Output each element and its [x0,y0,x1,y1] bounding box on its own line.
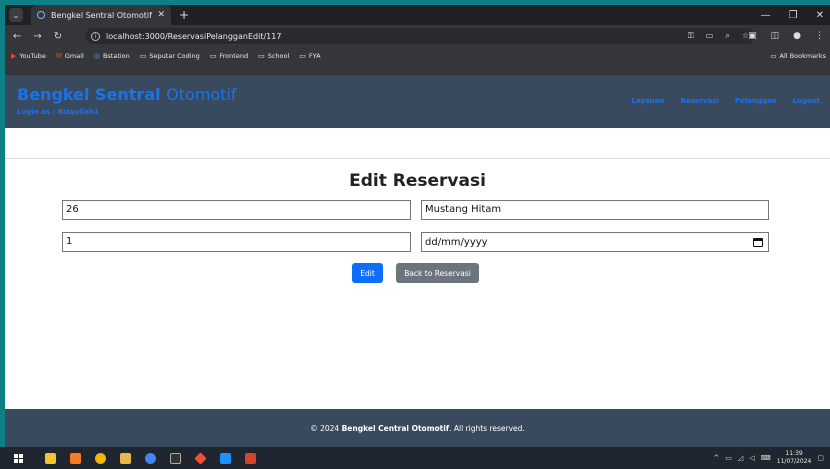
windows-start-icon[interactable] [14,453,23,463]
folder-icon: ▭ [139,52,147,60]
minimize-icon[interactable]: — [761,10,771,21]
bookmark-school[interactable]: ▭ School [258,52,289,60]
youtube-icon: ▶ [11,52,17,60]
folder-icon: ▭ [258,52,265,60]
bookmark-gmail[interactable]: M Gmail [56,52,84,60]
folder-icon: ▭ [209,52,217,60]
nav-link-layanan[interactable]: Layanan [632,97,665,105]
date-input[interactable]: dd/mm/yyyy [421,232,769,252]
nav-links: Layanan Reservasi Pelanggan Logout [632,97,820,105]
file-explorer-icon[interactable] [45,452,56,464]
restore-icon[interactable]: ❐ [789,10,798,21]
site-info-icon[interactable]: i [91,31,100,41]
vscode-icon[interactable] [220,452,231,464]
site-footer: © 2024 Bengkel Central Otomotif. All rig… [5,409,830,447]
folder-icon: ▭ [770,52,777,60]
nav-link-pelanggan[interactable]: Pelanggan [735,97,777,105]
close-window-icon[interactable]: ✕ [816,10,824,21]
password-key-icon[interactable]: ⚿ [688,31,694,41]
site-navbar: Bengkel Sentral Otomotif Login as : Rizq… [5,75,830,128]
window-controls: — ❐ ✕ [761,5,824,25]
id-pelanggan-input[interactable]: 26 [62,200,411,220]
bookmark-seputar-coding[interactable]: ▭ Seputar Coding [140,52,200,60]
favicon-icon [37,11,45,19]
terminal-icon[interactable] [170,452,181,464]
tab-close-icon[interactable]: ✕ [157,10,165,20]
keyboard-icon[interactable]: ⌨ [761,454,771,462]
chrome-icon[interactable] [95,452,106,464]
tab-active[interactable]: Bengkel Sentral Otomotif ✕ [31,5,171,25]
extensions-puzzle-icon[interactable]: ◫ [771,31,780,41]
date-placeholder: dd/mm/yyyy [425,236,488,248]
tab-bar: ⌄ Bengkel Sentral Otomotif ✕ + — ❐ ✕ [5,5,830,25]
back-arrow-icon[interactable]: ← [13,31,21,42]
profile-avatar-icon[interactable]: ● [793,31,801,41]
taskbar-apps [45,451,256,465]
gmail-icon: M [55,52,62,60]
clock[interactable]: 11:39 11/07/2024 [777,450,812,466]
git-icon[interactable] [194,451,207,465]
os-taskbar: ^ ▭ ◿ ◁ ⌨ 11:39 11/07/2024 ▢ [0,447,830,469]
notification-icon[interactable]: ▢ [817,454,824,462]
browser-toolbar: ← → ↻ i localhost:3000/ReservasiPelangga… [5,25,830,47]
all-bookmarks[interactable]: ▭ All Bookmarks [770,47,826,65]
page-title: Edit Reservasi [349,171,486,191]
bookmark-fya[interactable]: ▭ FYA [299,52,320,60]
bstation-icon: ◎ [93,52,100,60]
clock-date: 11/07/2024 [776,458,812,465]
tray-chevron-icon[interactable]: ^ [713,454,719,462]
reload-icon[interactable]: ↻ [54,31,62,42]
bookmark-bstation[interactable]: ◎ Bstation [94,52,130,60]
forward-arrow-icon[interactable]: → [33,31,41,42]
footer-brand: Bengkel Central Otomotif [341,423,450,433]
footer-rights: . All rights reserved. [449,423,525,433]
bookmarks-bar: ▶ YouTube M Gmail ◎ Bstation ▭ Seputar Codin… [5,47,830,65]
system-tray: ^ ▭ ◿ ◁ ⌨ 11:39 11/07/2024 ▢ [713,447,824,469]
browser-chrome: ⌄ Bengkel Sentral Otomotif ✕ + — ❐ ✕ ← →… [5,5,830,75]
zoom-icon[interactable]: ⌕ [725,31,729,41]
sub-header [5,128,830,159]
url-text: localhost:3000/ReservasiPelangganEdit/11… [106,31,282,41]
kendaraan-input[interactable]: Mustang Hitam [421,200,769,220]
wifi-icon[interactable]: ◿ [738,454,743,462]
nav-link-reservasi[interactable]: Reservasi [681,97,719,105]
folder-icon: ▭ [299,52,306,60]
bookmark-frontend[interactable]: ▭ Frontend [210,52,248,60]
clock-time: 11:39 [785,450,803,457]
omnibox-icons: ⚿ ▭ ⌕ ☆ [688,31,755,41]
edit-button[interactable]: Edit [352,263,383,283]
volume-icon[interactable]: ◁ [749,454,754,462]
footer-copyright: © 2024 [310,423,340,433]
nav-link-logout[interactable]: Logout [793,97,820,105]
new-tab-icon[interactable]: + [179,8,189,22]
extension-icon[interactable]: ▣ [748,31,757,41]
battery-icon[interactable]: ▭ [725,454,732,462]
back-to-reservasi-button[interactable]: Back to Reservasi [396,263,479,283]
brand-logo[interactable]: Bengkel Sentral Otomotif [17,85,237,104]
calendar-icon[interactable] [753,237,763,247]
tab-search-icon[interactable]: ⌄ [9,8,23,22]
folder-app-icon[interactable] [120,452,131,464]
chrome-active-icon[interactable] [145,452,156,464]
bookmark-youtube[interactable]: ▶ YouTube [11,52,46,60]
toolbar-right: ▣ ◫ ● ⋮ [748,25,824,47]
xampp-icon[interactable] [70,452,81,464]
address-bar[interactable]: i localhost:3000/ReservasiPelangganEdit/… [85,28,755,44]
login-status: Login as : Rizqullah1 [17,108,99,116]
page-viewport: Bengkel Sentral Otomotif Login as : Rizq… [5,75,830,447]
tab-title: Bengkel Sentral Otomotif [51,10,152,20]
menu-kebab-icon[interactable]: ⋮ [815,31,824,41]
cast-icon[interactable]: ▭ [706,31,714,41]
powerpoint-icon[interactable] [245,452,256,464]
id-layanan-input[interactable]: 1 [62,232,411,252]
